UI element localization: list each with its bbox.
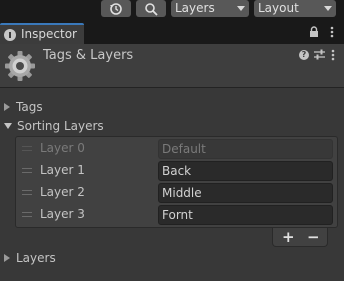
tab-inspector[interactable]: Inspector [0,23,84,44]
layer-name-field[interactable]: Back [158,161,333,181]
sorting-layers-label: Sorting Layers [17,119,104,133]
layer-label: Layer 1 [40,163,85,177]
list-item[interactable]: Layer 3 Fornt [16,204,337,226]
drag-handle-icon [22,146,32,151]
chevron-down-icon [324,6,332,11]
page-title: Tags & Layers [43,48,134,63]
layer-label: Layer 0 [40,141,85,155]
sorting-layers-list: Layer 0 Default Layer 1 Back Layer 2 Mid… [15,136,338,228]
sorting-layers-foldout[interactable]: Sorting Layers [4,118,104,134]
chevron-right-icon [4,103,10,111]
list-item[interactable]: Layer 1 Back [16,160,337,182]
layer-label: Layer 3 [40,207,85,221]
layer-name-field[interactable]: Fornt [158,205,333,225]
list-item: Layer 0 Default [16,138,337,160]
tab-bar: Inspector [0,19,344,44]
top-toolbar: Layers Layout [0,0,344,19]
tags-foldout[interactable]: Tags [4,99,43,115]
history-icon [110,2,122,15]
lock-icon[interactable] [309,26,319,37]
layout-dropdown-label: Layout [258,1,299,15]
inspector-header: Tags & Layers ? [0,44,344,88]
list-footer: + − [272,228,328,247]
drag-handle-icon[interactable] [22,168,32,173]
layers-foldout[interactable]: Layers [4,250,56,266]
drag-handle-icon[interactable] [22,212,32,217]
more-options-icon[interactable] [330,26,334,38]
remove-layer-button[interactable]: − [307,228,320,246]
layout-dropdown[interactable]: Layout [254,0,336,17]
layer-name-field: Default [158,139,333,159]
history-button[interactable] [101,0,131,17]
more-options-icon[interactable] [331,49,335,61]
tags-label: Tags [16,100,43,114]
chevron-down-icon [237,6,245,11]
preset-icon[interactable] [314,49,325,60]
gear-icon [5,51,35,81]
drag-handle-icon[interactable] [22,190,32,195]
add-layer-button[interactable]: + [282,228,295,246]
search-icon [145,2,158,16]
layers-dropdown[interactable]: Layers [171,0,249,17]
layer-name-field[interactable]: Middle [158,183,333,203]
search-button[interactable] [136,0,166,17]
layers-dropdown-label: Layers [175,1,215,15]
tab-inspector-label: Inspector [21,27,77,41]
chevron-right-icon [4,254,10,262]
help-icon[interactable]: ? [299,50,309,60]
layers-label: Layers [16,251,56,265]
list-item[interactable]: Layer 2 Middle [16,182,337,204]
info-icon [4,29,16,41]
chevron-down-icon [4,123,12,129]
layer-label: Layer 2 [40,185,85,199]
